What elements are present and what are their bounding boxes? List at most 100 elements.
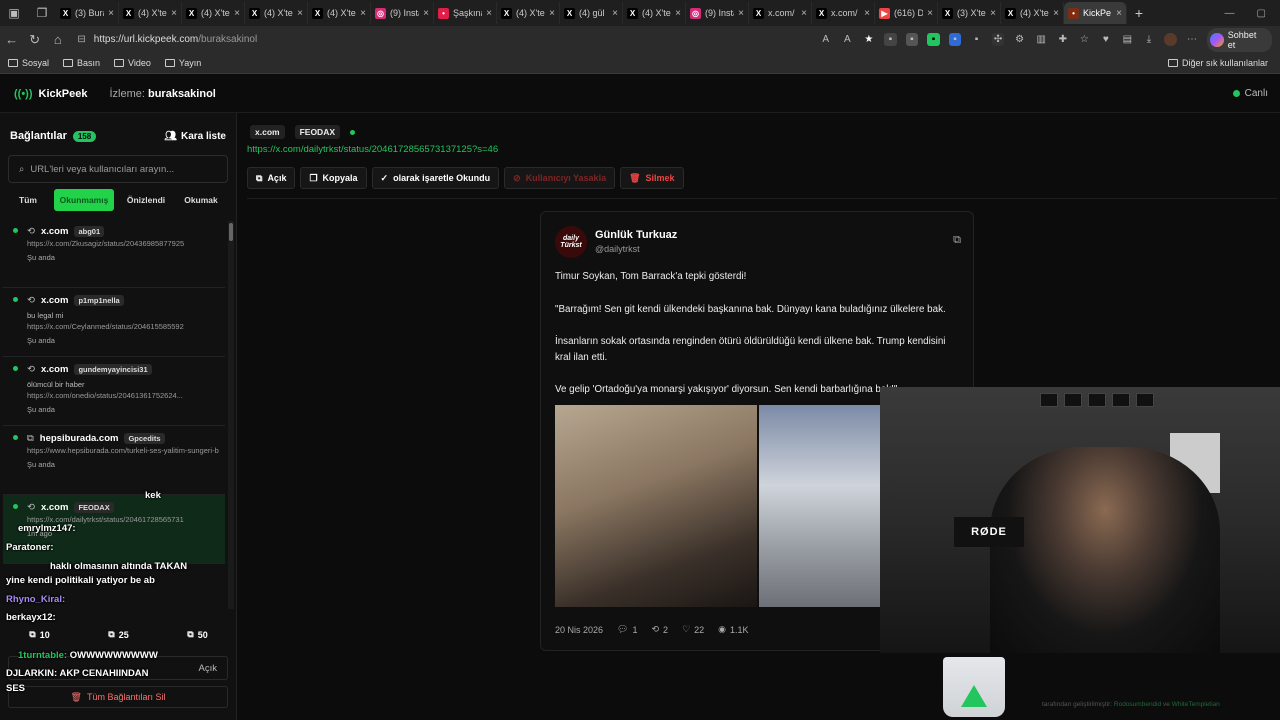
reply-count[interactable]: 💬︎ 1	[617, 624, 637, 635]
close-tab-icon[interactable]: ×	[423, 8, 429, 19]
open-button[interactable]: ⧉ Açık	[247, 167, 296, 189]
browser-tab[interactable]: X (4) X'te ×	[308, 2, 371, 24]
blacklist-button[interactable]: 👥︎ Kara liste	[164, 131, 226, 142]
open-count-button[interactable]: ⧉ 25	[79, 629, 158, 640]
clear-all-links-button[interactable]: 🗑︎ Tüm Bağlantıları Sil	[8, 686, 228, 708]
open-count-button[interactable]: ⧉ 50	[158, 629, 237, 640]
avatar[interactable]: daily Türkst	[555, 226, 587, 258]
delete-button[interactable]: 🗑︎ Silmek	[620, 167, 684, 189]
close-tab-icon[interactable]: ×	[1116, 8, 1122, 19]
filter-tab[interactable]: Tüm	[8, 189, 48, 211]
browser-tab[interactable]: X (4) X'te ×	[245, 2, 308, 24]
browser-tab[interactable]: Xx.com/ ×	[749, 2, 812, 24]
filter-tab[interactable]: Okumak	[178, 189, 224, 211]
extension-icon[interactable]: ▪	[970, 33, 983, 46]
more-menu-icon[interactable]: ⋯	[1186, 33, 1199, 46]
credit-author-b[interactable]: WhiteTempletian	[1172, 701, 1220, 708]
sidebar-scrollbar[interactable]	[228, 221, 234, 609]
app-logo[interactable]: ((•)) KickPeek	[0, 88, 87, 100]
copy-button[interactable]: ❐ Kopyala	[300, 167, 367, 189]
browser-tab[interactable]: X (4) X'te ×	[623, 2, 686, 24]
home-icon[interactable]: ⌂	[46, 32, 69, 47]
browser-tab[interactable]: X (4) X'te ×	[119, 2, 182, 24]
bookmark-folder[interactable]: Sosyal	[8, 58, 49, 68]
refresh-icon[interactable]: ↻	[23, 32, 46, 48]
maximize-icon[interactable]: ▢	[1257, 8, 1266, 19]
ban-user-button[interactable]: ⊘ Kullanıcıyı Yasakla	[504, 167, 616, 189]
extension-icon[interactable]: ▪	[927, 33, 940, 46]
split-screen-icon[interactable]: ▥	[1035, 33, 1048, 46]
read-aloud-icon[interactable]: A	[841, 33, 854, 46]
collections-icon[interactable]: ▤	[1121, 33, 1134, 46]
retweet-count[interactable]: ⟲ 2	[652, 624, 669, 635]
browser-tab[interactable]: X (3) X'te ×	[938, 2, 1001, 24]
downloads-icon[interactable]: ⤓	[1143, 33, 1156, 46]
close-tab-icon[interactable]: ×	[675, 8, 681, 19]
like-count[interactable]: ♡ 22	[682, 624, 704, 635]
close-tab-icon[interactable]: ×	[801, 8, 807, 19]
close-tab-icon[interactable]: ×	[612, 8, 618, 19]
back-icon[interactable]: ←	[0, 32, 23, 47]
bookmark-folder[interactable]: Yayın	[164, 58, 201, 68]
window-menu-icon[interactable]: ▣	[0, 0, 28, 26]
link-list-item[interactable]: ⟲ x.com gundemyayincisi31 ölümcül bir haber…	[3, 357, 225, 426]
link-list-item[interactable]: ⟲ x.com abg01 https://x.com/Zkusagiz/status…	[3, 219, 225, 288]
translate-icon[interactable]: A	[819, 33, 832, 46]
bookmark-folder[interactable]: Video	[114, 58, 151, 68]
extension-icon[interactable]: ▪	[948, 33, 962, 46]
link-list-item[interactable]: ⧉ hepsiburada.com Gpcedits https://www.heps…	[3, 426, 225, 495]
credit-author-a[interactable]: Rodosumbendid	[1114, 701, 1161, 708]
filter-tab[interactable]: Önizlendi	[120, 189, 172, 211]
browser-tab[interactable]: Xx.com/ ×	[812, 2, 875, 24]
browser-tab[interactable]: X (3) Bura ×	[56, 2, 119, 24]
bookmark-folder[interactable]: Basın	[63, 58, 100, 68]
new-tab-button[interactable]: +	[1127, 5, 1151, 21]
close-tab-icon[interactable]: ×	[360, 8, 366, 19]
extensions-icon[interactable]: ✚	[1056, 33, 1069, 46]
browser-tab[interactable]: X (4) X'te ×	[1001, 2, 1064, 24]
tweet-image-right[interactable]	[759, 405, 881, 607]
browser-tab[interactable]: • Şaşkına ×	[434, 2, 497, 24]
extension-icon[interactable]: ▪	[905, 33, 919, 46]
other-favorites[interactable]: Diğer sık kullanılanlar	[1167, 58, 1280, 68]
minimize-icon[interactable]: —	[1225, 8, 1235, 19]
browser-tab[interactable]: • KickPe ×	[1064, 2, 1127, 24]
link-list-item[interactable]: ⟲ x.com p1mp1nella bu legal mi https://x.com…	[3, 288, 225, 357]
close-tab-icon[interactable]: ×	[927, 8, 933, 19]
avatar[interactable]	[1164, 33, 1177, 46]
tweet-display-name[interactable]: Günlük Turkuaz	[595, 229, 677, 241]
favorites-icon[interactable]: ☆	[1078, 33, 1091, 46]
browser-tab[interactable]: ▶ (616) D ×	[875, 2, 938, 24]
close-tab-icon[interactable]: ×	[738, 8, 744, 19]
search-input[interactable]: ⌕ URL'leri veya kullanıcıları arayın...	[8, 155, 228, 183]
performance-icon[interactable]: ♥	[1100, 33, 1113, 46]
filter-tab[interactable]: Okunmamış	[54, 189, 114, 211]
external-link-icon[interactable]: ⧉	[953, 234, 961, 247]
browser-tab[interactable]: X (4) X'te ×	[182, 2, 245, 24]
tweet-handle[interactable]: @dailytrkst	[595, 244, 640, 254]
browser-tab[interactable]: ◎ (9) Insta ×	[371, 2, 434, 24]
open-count-button[interactable]: ⧉ 10	[0, 629, 79, 640]
tweet-image-left[interactable]	[555, 405, 757, 607]
extension-icon[interactable]: ▪	[884, 33, 897, 46]
favorite-star-icon[interactable]: ★	[863, 33, 876, 46]
close-tab-icon[interactable]: ×	[297, 8, 303, 19]
url-input[interactable]: ⊟ https://url.kickpeek.com/buraksakinol	[77, 30, 819, 50]
close-tab-icon[interactable]: ×	[1053, 8, 1059, 19]
browser-tab[interactable]: ◎ (9) Insta ×	[686, 2, 749, 24]
browser-tab[interactable]: X (4) gül ×	[560, 2, 623, 24]
mark-read-button[interactable]: ✓ olarak işaretle Okundu	[371, 167, 500, 189]
close-tab-icon[interactable]: ×	[171, 8, 177, 19]
extension-icon[interactable]: ✣	[991, 33, 1005, 46]
site-info-icon[interactable]: ⊟	[77, 34, 85, 45]
close-tab-icon[interactable]: ×	[108, 8, 114, 19]
puzzle-icon[interactable]: ⚙	[1013, 33, 1026, 46]
close-tab-icon[interactable]: ×	[234, 8, 240, 19]
close-tab-icon[interactable]: ×	[549, 8, 555, 19]
close-tab-icon[interactable]: ×	[486, 8, 492, 19]
close-tab-icon[interactable]: ×	[864, 8, 870, 19]
link-url[interactable]: https://x.com/dailytrkst/status/20461728…	[247, 144, 498, 155]
tab-actions-icon[interactable]: ❐	[28, 0, 56, 26]
copilot-button[interactable]: Sohbet et	[1207, 27, 1272, 52]
browser-tab[interactable]: X (4) X'te ×	[497, 2, 560, 24]
